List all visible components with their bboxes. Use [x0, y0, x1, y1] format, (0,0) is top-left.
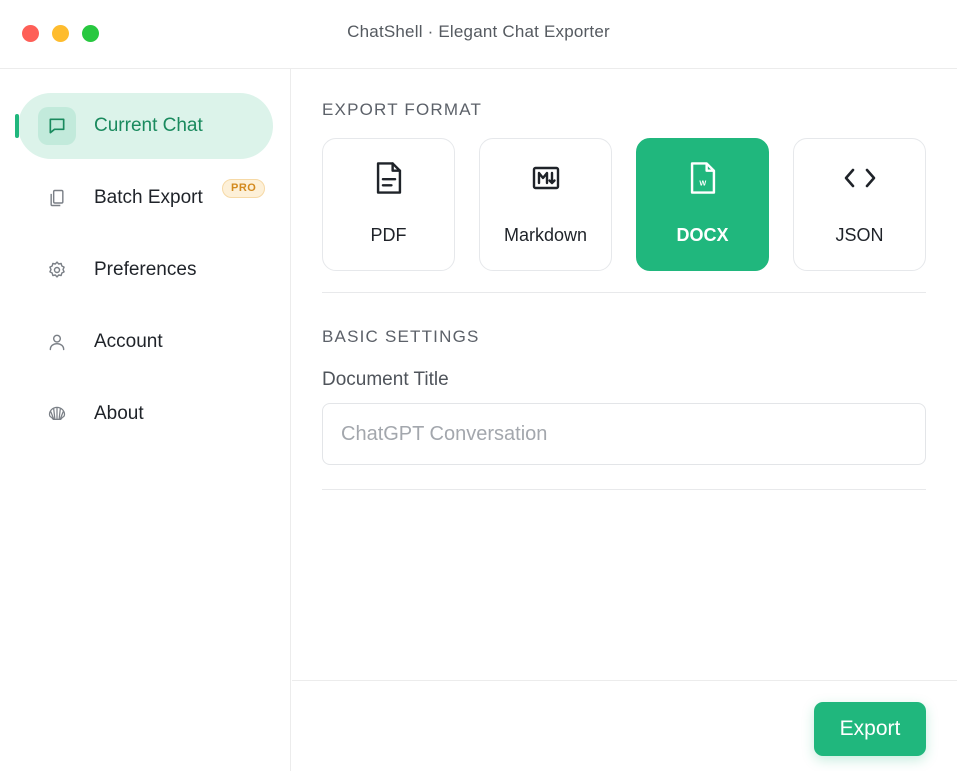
gear-icon	[38, 251, 76, 289]
export-format-options: PDF Markdown W DOCX JSON	[322, 138, 926, 271]
section-divider	[322, 292, 926, 293]
section-divider	[322, 489, 926, 490]
format-option-json[interactable]: JSON	[793, 138, 926, 271]
markdown-icon	[480, 161, 611, 195]
window-title: ChatShell · Elegant Chat Exporter	[347, 22, 610, 41]
app-window: ChatShell · Elegant Chat Exporter Curren…	[0, 0, 957, 771]
user-icon	[38, 323, 76, 361]
sidebar-item-label: Preferences	[94, 259, 197, 280]
sidebar-item-batch-export[interactable]: Batch Export PRO	[18, 165, 273, 231]
code-icon	[794, 161, 925, 195]
format-label: PDF	[370, 225, 407, 245]
shell-icon	[38, 395, 76, 433]
copy-icon	[38, 179, 76, 217]
document-title-input[interactable]	[322, 403, 926, 465]
sidebar-item-label: Batch Export	[94, 187, 203, 208]
sidebar-item-about[interactable]: About	[18, 381, 273, 447]
format-option-markdown[interactable]: Markdown	[479, 138, 612, 271]
format-label: Markdown	[503, 225, 588, 245]
chat-bubble-icon	[38, 107, 76, 145]
sidebar-item-label: Current Chat	[94, 115, 203, 136]
sidebar-item-label: About	[94, 403, 144, 424]
svg-text:W: W	[699, 178, 706, 187]
sidebar-item-current-chat[interactable]: Current Chat	[15, 93, 273, 159]
active-indicator	[15, 114, 19, 138]
format-option-docx[interactable]: W DOCX	[636, 138, 769, 271]
format-option-pdf[interactable]: PDF	[322, 138, 455, 271]
basic-settings-heading: BASIC SETTINGS	[322, 327, 480, 346]
main-panel: EXPORT FORMAT PDF Markdown W DOCX JSON B…	[292, 69, 957, 681]
pro-badge: PRO	[222, 179, 266, 198]
export-format-heading: EXPORT FORMAT	[322, 100, 483, 119]
format-label: JSON	[835, 225, 884, 245]
sidebar: Current Chat Batch Export PRO Preference…	[0, 69, 291, 771]
format-label: DOCX	[676, 225, 729, 245]
file-text-icon	[323, 161, 454, 195]
sidebar-item-account[interactable]: Account	[18, 309, 273, 375]
sidebar-item-preferences[interactable]: Preferences	[18, 237, 273, 303]
sidebar-item-label: Account	[94, 331, 163, 352]
export-button[interactable]: Export	[814, 702, 926, 756]
word-file-icon: W	[637, 161, 768, 195]
title-bar[interactable]: ChatShell · Elegant Chat Exporter	[0, 0, 957, 69]
document-title-label: Document Title	[322, 369, 449, 390]
